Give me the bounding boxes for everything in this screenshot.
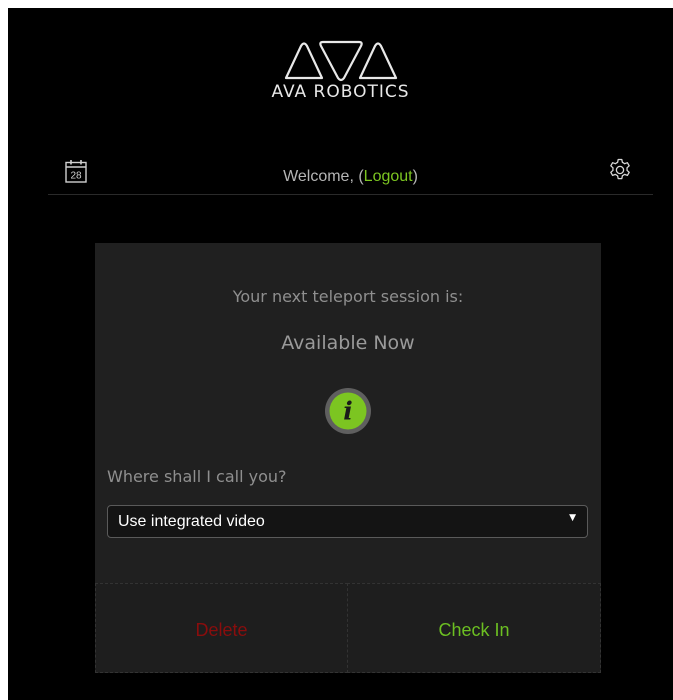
welcome-text: Welcome, (: [283, 168, 364, 185]
logo-text: AVA ROBOTICS: [271, 82, 410, 102]
header-bar: 28 Welcome, (Logout): [48, 156, 653, 195]
info-icon[interactable]: i: [323, 386, 373, 436]
info-glyph: i: [343, 397, 353, 426]
ava-robotics-logo: AVA ROBOTICS: [8, 38, 673, 102]
logo-mark-icon: [284, 40, 397, 82]
next-session-label: Your next teleport session is:: [232, 287, 464, 306]
session-status: Available Now: [281, 332, 415, 354]
call-location-label: Where shall I call you?: [107, 467, 287, 486]
chevron-down-icon: ▼: [569, 513, 576, 523]
welcome-close: ): [412, 168, 418, 185]
gear-icon[interactable]: [608, 158, 632, 182]
delete-button[interactable]: Delete: [95, 583, 348, 673]
app-window: AVA ROBOTICS 28 Welcome, (Logout) Your n…: [8, 8, 673, 700]
call-method-select[interactable]: Use integrated video ▼: [107, 505, 588, 538]
welcome-message: Welcome, (Logout): [48, 168, 653, 186]
session-card: Your next teleport session is: Available…: [95, 243, 601, 673]
call-method-value: Use integrated video: [118, 513, 265, 530]
check-in-button[interactable]: Check In: [347, 583, 601, 673]
logout-link[interactable]: Logout: [364, 168, 413, 185]
action-buttons: Delete Check In: [95, 583, 601, 673]
